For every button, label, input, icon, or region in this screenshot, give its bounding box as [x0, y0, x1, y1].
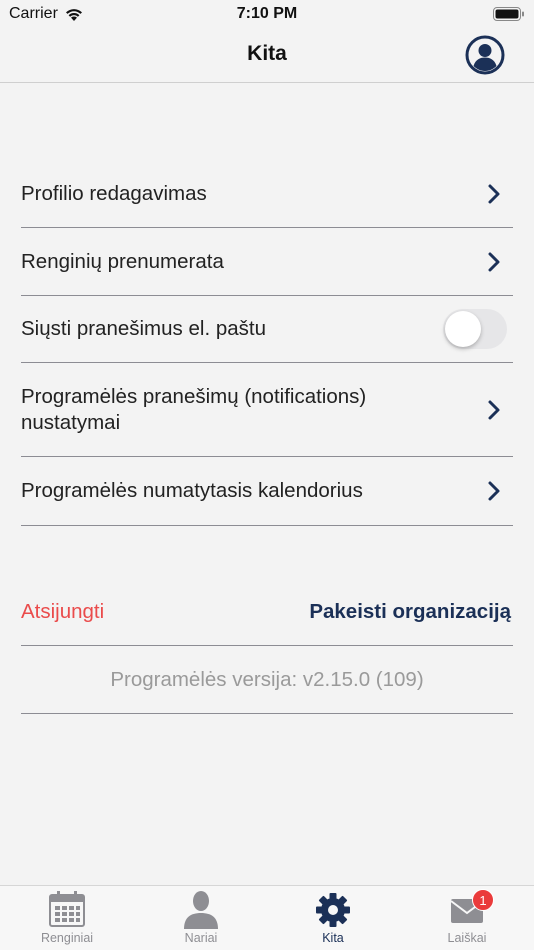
page-title: Kita: [247, 42, 287, 65]
tab-nariai[interactable]: Nariai: [134, 886, 268, 950]
app-notifications-row[interactable]: Programėlės pranešimų (notifications) nu…: [21, 363, 513, 457]
chevron-right-icon: [488, 400, 500, 419]
email-notifications-toggle[interactable]: [443, 309, 507, 349]
logout-button[interactable]: Atsijungti: [21, 600, 104, 624]
tab-label: Kita: [322, 931, 344, 945]
status-bar: Carrier 7:10 PM: [0, 0, 534, 28]
chevron-right-icon: [488, 184, 500, 203]
tab-kita[interactable]: Kita: [266, 886, 400, 950]
profile-edit-label: Profilio redagavimas: [21, 181, 207, 205]
tab-bar: Renginiai Nariai Kita 1 Laiškai: [0, 885, 534, 950]
profile-icon[interactable]: [465, 35, 505, 75]
calendar-icon: [49, 891, 85, 927]
chevron-right-icon: [488, 252, 500, 271]
default-calendar-label: Programėlės numatytasis kalendorius: [21, 479, 363, 502]
chevron-right-icon: [488, 481, 500, 501]
app-version: Programėlės versija: v2.15.0 (109): [110, 668, 424, 691]
person-icon: [184, 891, 218, 929]
account-actions: Atsijungti Pakeisti organizaciją: [21, 578, 513, 646]
app-notifications-label: Programėlės pranešimų (notifications) nu…: [21, 384, 367, 434]
tab-label: Laiškai: [447, 931, 487, 945]
toggle-knob: [445, 311, 481, 347]
tab-renginiai[interactable]: Renginiai: [0, 886, 134, 950]
email-notifications-row: Siųsti pranešimus el. paštu: [21, 296, 513, 363]
email-notifications-label: Siųsti pranešimus el. paštu: [21, 317, 266, 340]
tab-label: Renginiai: [40, 931, 94, 945]
default-calendar-row[interactable]: Programėlės numatytasis kalendorius: [21, 457, 513, 526]
gear-icon: [316, 893, 350, 927]
change-organization-button[interactable]: Pakeisti organizaciją: [309, 600, 511, 624]
tab-label: Nariai: [184, 931, 218, 945]
nav-bar: Kita: [0, 28, 534, 83]
unread-badge: 1: [472, 889, 494, 911]
events-subscription-label: Renginių prenumerata: [21, 249, 224, 273]
settings-list: Profilio redagavimas Renginių prenumerat…: [21, 160, 513, 526]
battery-icon: [493, 7, 524, 21]
version-section: Programėlės versija: v2.15.0 (109): [21, 646, 513, 714]
events-subscription-row[interactable]: Renginių prenumerata: [21, 228, 513, 296]
profile-edit-row[interactable]: Profilio redagavimas: [21, 160, 513, 228]
tab-laiskai[interactable]: 1 Laiškai: [400, 886, 534, 950]
status-time: 7:10 PM: [236, 5, 298, 22]
